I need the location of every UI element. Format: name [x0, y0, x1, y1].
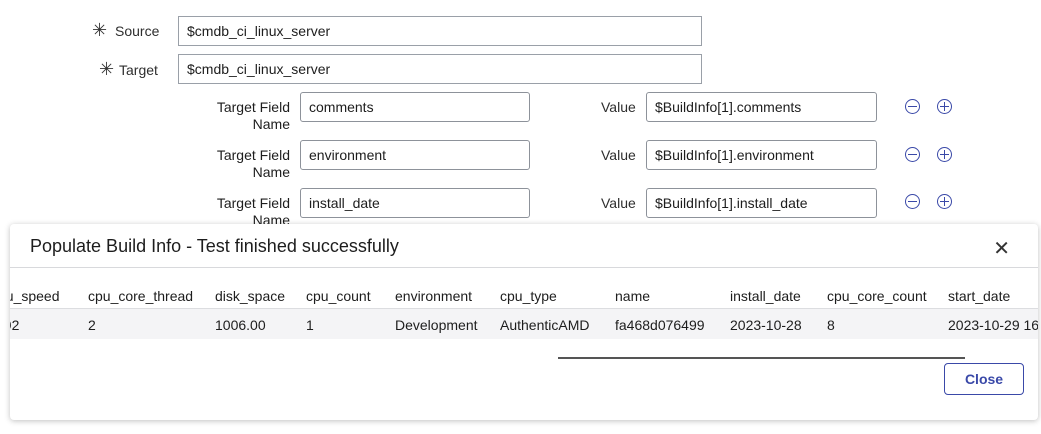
close-button[interactable]: Close	[944, 363, 1024, 395]
table-cell: 2023-10-28	[730, 317, 802, 333]
remove-icon[interactable]	[905, 147, 920, 162]
target-field-name-input[interactable]: comments	[300, 92, 530, 122]
value-input[interactable]: $BuildInfo[1].environment	[646, 140, 877, 170]
required-icon: ✳	[92, 20, 108, 40]
target-input[interactable]: $cmdb_ci_linux_server	[178, 54, 702, 84]
column-header-start-date[interactable]: start_date	[948, 288, 1010, 304]
divider	[10, 267, 1038, 268]
source-label: Source	[115, 23, 160, 39]
column-header-cpu-type[interactable]: cpu_type	[500, 288, 557, 304]
value-label: Value	[601, 147, 636, 163]
table-cell: 2023-10-29 16	[948, 317, 1038, 333]
remove-icon[interactable]	[905, 194, 920, 209]
column-header-cpu-speed[interactable]: cpu_speed	[10, 288, 60, 304]
dialog-title: Populate Build Info - Test finished succ…	[30, 236, 399, 256]
column-header-environment[interactable]: environment	[395, 288, 472, 304]
column-header-cpu-core-count[interactable]: cpu_core_count	[827, 288, 927, 304]
table-cell: 8	[827, 317, 835, 333]
horizontal-scrollbar[interactable]	[558, 357, 965, 359]
column-header-cpu-count[interactable]: cpu_count	[306, 288, 371, 304]
target-field-name-input[interactable]: install_date	[300, 188, 530, 218]
add-icon[interactable]	[937, 99, 952, 114]
column-header-disk-space[interactable]: disk_space	[215, 288, 285, 304]
table-cell: AuthenticAMD	[500, 317, 590, 333]
table-cell: 792	[10, 317, 20, 333]
table-cell: 1	[306, 317, 314, 333]
remove-icon[interactable]	[905, 99, 920, 114]
column-header-install-date[interactable]: install_date	[730, 288, 801, 304]
value-input[interactable]: $BuildInfo[1].install_date	[646, 188, 877, 218]
target-field-name-label: Target Field Name	[216, 147, 290, 180]
table-cell: 1006.00	[215, 317, 266, 333]
table-cell: fa468d076499	[615, 317, 705, 333]
value-label: Value	[601, 99, 636, 115]
required-icon: ✳	[99, 59, 115, 79]
value-input[interactable]: $BuildInfo[1].comments	[646, 92, 877, 122]
target-label: Target	[119, 62, 158, 78]
target-field-name-label: Target Field Name	[216, 99, 290, 132]
table-cell: Development	[395, 317, 478, 333]
add-icon[interactable]	[937, 147, 952, 162]
table-cell: 2	[88, 317, 96, 333]
target-field-name-input[interactable]: environment	[300, 140, 530, 170]
close-icon[interactable]: ✕	[993, 236, 1010, 261]
test-result-dialog: Populate Build Info - Test finished succ…	[10, 224, 1038, 420]
add-icon[interactable]	[937, 194, 952, 209]
column-header-name[interactable]: name	[615, 288, 650, 304]
value-label: Value	[601, 195, 636, 211]
source-input[interactable]: $cmdb_ci_linux_server	[178, 16, 702, 46]
column-header-cpu-core-thread[interactable]: cpu_core_thread	[88, 288, 193, 304]
